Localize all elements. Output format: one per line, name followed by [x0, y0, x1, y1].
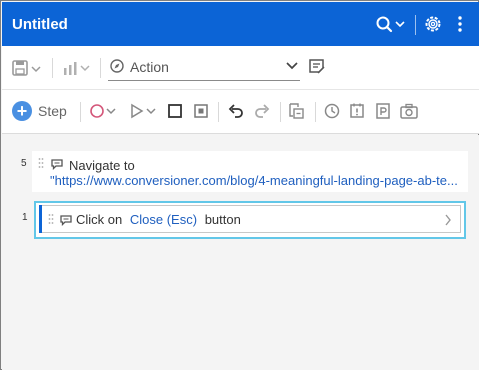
- step-action-label: Click on: [76, 212, 123, 227]
- save-dropdown-button[interactable]: [12, 58, 44, 78]
- comment-icon: [60, 215, 72, 226]
- search-icon: [376, 16, 405, 33]
- wait-button[interactable]: [323, 101, 341, 121]
- add-step-label: Step: [38, 103, 67, 119]
- comment-icon: [51, 159, 63, 170]
- drag-handle-icon[interactable]: [48, 213, 54, 225]
- stop-icon: [168, 104, 182, 118]
- plus-icon: +: [12, 101, 32, 121]
- steps-panel: 5 Navigate to "https://www.conversioner.…: [2, 135, 479, 370]
- step-number: 1: [22, 212, 28, 223]
- title-bar: Untitled: [2, 2, 479, 46]
- app-window: Untitled Action + Step 5 Navigate to "ht…: [0, 0, 479, 370]
- screenshot-button[interactable]: [399, 101, 419, 121]
- toolbar-separator: [52, 58, 53, 78]
- main-toolbar: Action: [2, 46, 479, 90]
- breakpoint-button[interactable]: [192, 101, 210, 121]
- more-menu-button[interactable]: [455, 14, 465, 34]
- record-icon: [90, 104, 116, 118]
- window-title: Untitled: [12, 16, 68, 33]
- step-action-label: Navigate to: [69, 158, 135, 173]
- step-element-type: button: [204, 212, 241, 227]
- undo-icon: [228, 104, 243, 118]
- step-click[interactable]: Click on Close (Esc) button: [39, 205, 461, 233]
- redo-icon: [255, 104, 270, 118]
- toolbar-separator: [280, 102, 281, 122]
- compass-icon: [110, 59, 124, 73]
- play-icon: [131, 103, 156, 119]
- toolbar-separator: [218, 102, 219, 122]
- page-p-icon: [376, 103, 390, 119]
- chart-dropdown-button[interactable]: [62, 58, 92, 78]
- record-dropdown-button[interactable]: [89, 101, 119, 121]
- camera-icon: [400, 103, 418, 119]
- more-vertical-icon: [458, 16, 462, 32]
- stop-button[interactable]: [166, 101, 184, 121]
- breakpoint-icon: [194, 104, 208, 118]
- settings-button[interactable]: [423, 14, 443, 34]
- step-url[interactable]: "https://www.conversioner.com/blog/4-mea…: [50, 173, 458, 188]
- step-number: 5: [21, 158, 27, 169]
- toolbar-separator: [100, 58, 101, 78]
- toolbar-separator: [80, 102, 81, 122]
- save-icon: [12, 60, 41, 76]
- bar-chart-icon: [64, 62, 90, 75]
- chevron-right-icon[interactable]: [444, 213, 452, 227]
- chevron-down-icon: [286, 62, 298, 70]
- play-dropdown-button[interactable]: [129, 101, 159, 121]
- redo-button[interactable]: [252, 101, 272, 121]
- page-button[interactable]: [374, 101, 392, 121]
- drag-handle-icon[interactable]: [38, 157, 44, 169]
- selection-indicator: [39, 205, 42, 233]
- extract-icon: [289, 103, 304, 119]
- undo-button[interactable]: [226, 101, 246, 121]
- recording-toolbar: + Step: [2, 90, 479, 134]
- search-dropdown-button[interactable]: [375, 14, 407, 36]
- note-button[interactable]: [308, 58, 326, 76]
- add-step-button[interactable]: + Step: [12, 100, 67, 122]
- note-edit-icon: [309, 59, 325, 74]
- gear-icon: [425, 16, 441, 32]
- action-select-value: Action: [130, 58, 169, 75]
- toolbar-separator: [315, 102, 316, 122]
- clock-icon: [324, 103, 340, 119]
- action-select[interactable]: Action: [108, 53, 300, 81]
- step-description: Click on Close (Esc) button: [76, 212, 241, 227]
- extract-button[interactable]: [287, 101, 305, 121]
- alert-button[interactable]: [348, 101, 366, 121]
- step-target[interactable]: Close (Esc): [130, 212, 197, 227]
- calendar-alert-icon: [350, 103, 364, 118]
- title-separator: [415, 15, 416, 35]
- step-navigate[interactable]: Navigate to "https://www.conversioner.co…: [32, 151, 468, 192]
- selected-step-frame: Click on Close (Esc) button: [34, 201, 466, 239]
